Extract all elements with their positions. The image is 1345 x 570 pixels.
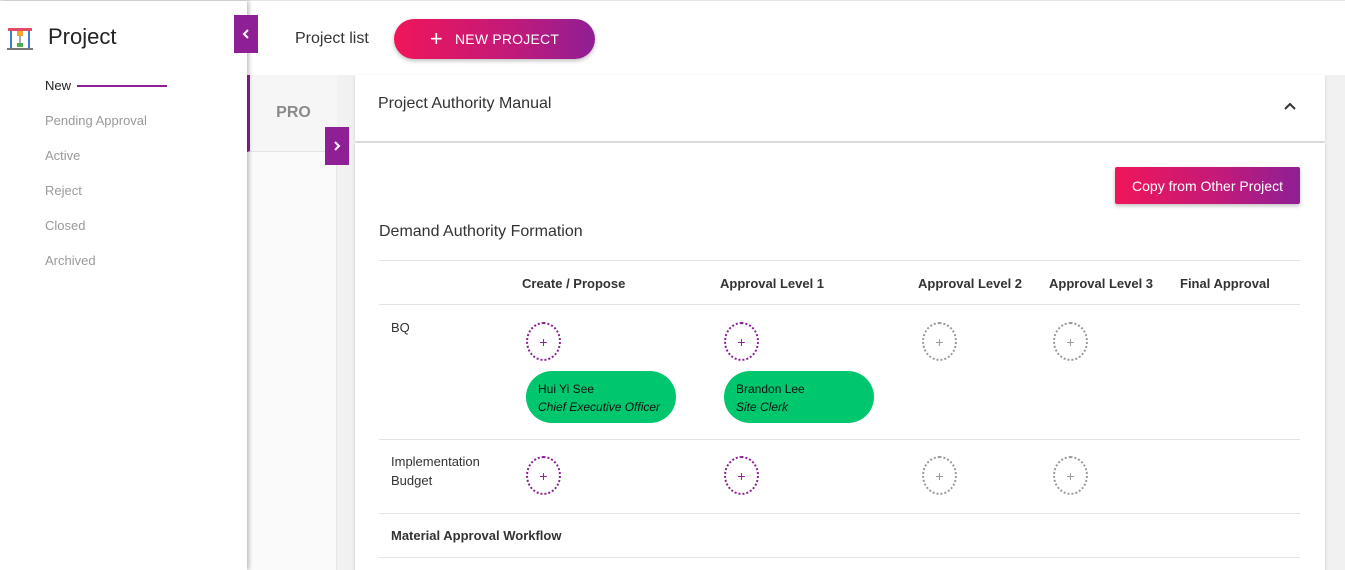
divider [379, 513, 1300, 514]
chevron-right-icon [334, 141, 341, 151]
tab-pro[interactable]: PRO [247, 75, 337, 152]
authority-card: Copy from Other Project Demand Authority… [355, 143, 1325, 570]
accordion-header[interactable]: Project Authority Manual [355, 75, 1325, 141]
sidebar: Project New Pending Approval Active Reje… [0, 1, 247, 570]
assignee-name: Hui Yi See [538, 382, 595, 396]
divider [379, 439, 1300, 440]
app-title: Project [48, 24, 117, 49]
expand-panel-button[interactable] [325, 127, 349, 165]
add-approval-level-3-button[interactable]: + [1053, 456, 1088, 495]
chevron-left-icon [242, 29, 249, 39]
row-label-implementation-budget: Implementation Budget [391, 454, 480, 488]
column-header: Approval Level 2 [918, 276, 1023, 291]
add-create-propose-button[interactable]: + [526, 322, 561, 361]
accordion-title: Project Authority Manual [378, 95, 552, 112]
divider [379, 557, 1300, 558]
sidebar-item-label: Active [45, 148, 81, 163]
sidebar-item-label: Closed [45, 218, 86, 233]
column-header: Approval Level 3 [1049, 276, 1154, 291]
sidebar-item-new[interactable]: New [45, 77, 168, 112]
row-label-bq: BQ [391, 320, 410, 335]
sidebar-item-reject[interactable]: Reject [45, 182, 167, 217]
sidebar-item-active[interactable]: Active [45, 147, 167, 182]
add-approval-level-3-button[interactable]: + [1053, 322, 1088, 361]
column-header: Final Approval [1180, 276, 1270, 291]
add-approval-level-1-button[interactable]: + [724, 456, 759, 495]
sidebar-item-label: Pending Approval [45, 113, 147, 128]
row-label-material-approval-workflow: Material Approval Workflow [391, 528, 562, 543]
divider [379, 304, 1300, 305]
add-approval-level-2-button[interactable]: + [922, 322, 957, 361]
column-header: Create / Propose [522, 276, 626, 291]
copy-from-other-project-button[interactable]: Copy from Other Project [1115, 167, 1300, 204]
add-approval-level-2-button[interactable]: + [922, 456, 957, 495]
new-project-button[interactable]: + NEW PROJECT [394, 19, 595, 59]
sidebar-nav: New Pending Approval Active Reject Close… [45, 77, 168, 287]
crane-logo-icon [7, 28, 33, 50]
sidebar-item-pending-approval[interactable]: Pending Approval [45, 112, 167, 147]
sidebar-item-archived[interactable]: Archived [45, 252, 167, 287]
sidebar-item-label: New [45, 78, 72, 93]
divider [379, 260, 1300, 261]
project-list-panel [247, 152, 337, 570]
add-approval-level-1-button[interactable]: + [724, 322, 759, 361]
assignee-name: Brandon Lee [736, 382, 805, 396]
collapse-sidebar-button[interactable] [234, 15, 258, 53]
new-project-label: NEW PROJECT [454, 31, 560, 47]
tab-label: PRO [276, 104, 311, 121]
sidebar-item-closed[interactable]: Closed [45, 217, 167, 252]
assignee-role: Site Clerk [736, 400, 789, 414]
assignee-chip[interactable]: Brandon Lee Site Clerk [724, 371, 874, 423]
column-header: Approval Level 1 [720, 276, 825, 291]
assignee-role: Chief Executive Officer [538, 400, 661, 414]
active-indicator [77, 85, 168, 87]
plus-icon: + [429, 26, 443, 51]
page-title: Project list [295, 30, 369, 47]
sidebar-item-label: Archived [45, 253, 96, 268]
add-create-propose-button[interactable]: + [526, 456, 561, 495]
assignee-chip[interactable]: Hui Yi See Chief Executive Officer [526, 371, 676, 423]
section-title: Demand Authority Formation [379, 223, 583, 240]
sidebar-item-label: Reject [45, 183, 82, 198]
copy-label: Copy from Other Project [1132, 177, 1283, 194]
chevron-up-icon[interactable] [1283, 99, 1297, 113]
